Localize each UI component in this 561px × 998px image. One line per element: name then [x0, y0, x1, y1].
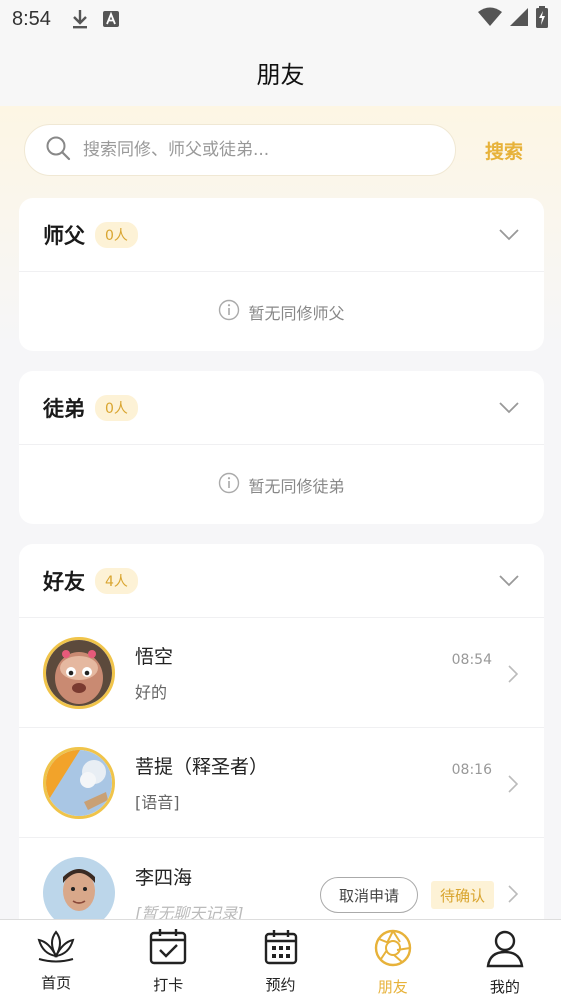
- tab-label: 朋友: [377, 978, 408, 996]
- friend-last-message: [语音]: [135, 793, 180, 812]
- a-box-icon: [102, 11, 119, 27]
- avatar: [43, 746, 115, 819]
- search-row: 搜索: [24, 124, 537, 176]
- tab-label: 我的: [489, 978, 520, 996]
- person-icon: [485, 928, 525, 972]
- chevron-down-icon[interactable]: [498, 574, 520, 588]
- chevron-right-icon: [508, 885, 518, 903]
- wifi-icon: [477, 7, 503, 32]
- download-icon: [71, 8, 89, 30]
- friends-section: 好友 4人 悟空 好的 08:54 菩提（释圣者） [语音] 08:16 李四海…: [19, 544, 544, 964]
- page-title: 朋友: [256, 60, 305, 89]
- disciple-section: 徒弟 0人 暂无同修徒弟: [19, 371, 544, 524]
- master-section-title: 师父: [43, 223, 85, 248]
- chevron-down-icon[interactable]: [498, 401, 520, 415]
- tab-profile[interactable]: 我的: [449, 920, 561, 998]
- avatar: [43, 636, 115, 709]
- chevron-down-icon[interactable]: [498, 228, 520, 242]
- disciple-empty-text: 暂无同修徒弟: [248, 477, 345, 496]
- battery-charging-icon: [535, 5, 549, 33]
- calendar-check-icon: [148, 928, 188, 970]
- info-icon: [218, 472, 240, 498]
- tab-friends[interactable]: 朋友: [337, 920, 449, 998]
- aperture-icon: [373, 928, 413, 972]
- chevron-right-icon: [508, 665, 518, 683]
- calendar-grid-icon: [263, 928, 299, 970]
- disciple-empty-state: 暂无同修徒弟: [19, 445, 544, 524]
- info-icon: [218, 299, 240, 325]
- friend-row[interactable]: 悟空 好的 08:54: [19, 618, 544, 728]
- friend-row[interactable]: 菩提（释圣者） [语音] 08:16: [19, 728, 544, 838]
- pending-status-badge: 待确认: [430, 881, 494, 909]
- tab-label: 首页: [41, 974, 72, 992]
- signal-icon: [509, 7, 529, 32]
- tab-booking[interactable]: 预约: [224, 920, 336, 998]
- friends-count-badge: 4人: [95, 567, 138, 594]
- friends-section-title: 好友: [43, 569, 85, 594]
- disciple-count-badge: 0人: [95, 394, 138, 421]
- lotus-icon: [35, 928, 77, 968]
- master-empty-state: 暂无同修师父: [19, 272, 544, 351]
- friends-section-header[interactable]: 好友 4人: [19, 544, 544, 618]
- search-icon: [45, 135, 71, 165]
- disciple-section-header[interactable]: 徒弟 0人: [19, 371, 544, 445]
- bottom-tab-bar: 首页 打卡 预约 朋友 我的: [0, 919, 561, 998]
- master-count-badge: 0人: [95, 221, 138, 248]
- tab-label: 打卡: [153, 976, 184, 994]
- master-section-header[interactable]: 师父 0人: [19, 198, 544, 272]
- app-header: 朋友: [0, 38, 561, 106]
- chevron-right-icon: [508, 775, 518, 793]
- friend-time: 08:16: [451, 762, 492, 778]
- tab-label: 预约: [265, 976, 296, 994]
- status-bar: 8:54: [0, 0, 561, 38]
- master-empty-text: 暂无同修师父: [248, 304, 345, 323]
- search-input[interactable]: [83, 140, 423, 160]
- tab-checkin[interactable]: 打卡: [112, 920, 224, 998]
- search-box[interactable]: [24, 124, 456, 176]
- status-right-icons: [477, 5, 549, 33]
- disciple-section-title: 徒弟: [43, 396, 85, 421]
- search-button[interactable]: 搜索: [485, 137, 523, 164]
- friend-last-message: 好的: [135, 683, 168, 702]
- cancel-request-button[interactable]: 取消申请: [319, 877, 418, 913]
- master-section: 师父 0人 暂无同修师父: [19, 198, 544, 351]
- status-time: 8:54: [12, 7, 51, 30]
- friend-time: 08:54: [451, 652, 492, 668]
- tab-home[interactable]: 首页: [0, 920, 112, 998]
